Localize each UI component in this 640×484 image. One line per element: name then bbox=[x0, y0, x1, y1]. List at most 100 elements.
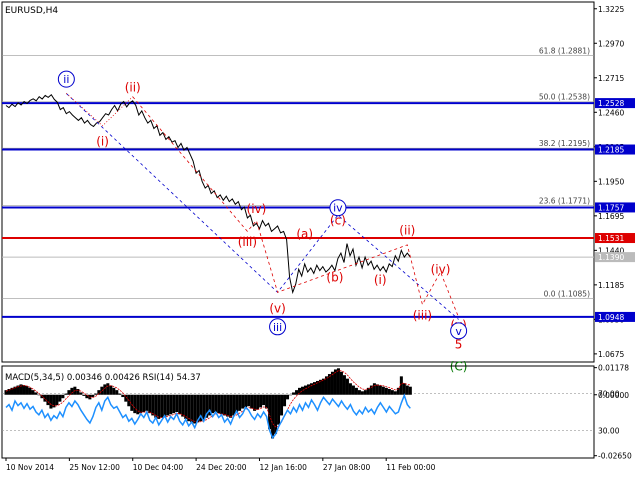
fib-level-label: 50.0 (1.2538) bbox=[539, 93, 590, 102]
macd-bar bbox=[256, 394, 260, 410]
wave-label: (ii) bbox=[125, 80, 141, 94]
macd-bar bbox=[295, 390, 299, 395]
macd-bar bbox=[211, 394, 215, 414]
macd-bar bbox=[61, 394, 65, 399]
macd-bar bbox=[169, 394, 173, 415]
wave-label: (i) bbox=[96, 134, 109, 148]
macd-bar bbox=[226, 394, 230, 417]
macd-bar bbox=[321, 378, 325, 395]
level-tag-label: 1.1390 bbox=[598, 253, 624, 262]
x-tick-label: 25 Nov 12:00 bbox=[69, 463, 120, 472]
macd-bar bbox=[223, 394, 227, 416]
macd-bar bbox=[58, 394, 62, 402]
wave-label: (c) bbox=[330, 214, 346, 228]
chart-window: EURUSD,H4 61.8 (1.2881) 50.0 (1.2538) 38.2… bbox=[0, 0, 640, 480]
macd-bar bbox=[112, 387, 116, 395]
macd-bar bbox=[277, 394, 281, 425]
x-tick-label: 12 Jan 16:00 bbox=[259, 463, 307, 472]
macd-bar bbox=[357, 390, 361, 395]
macd-bar bbox=[31, 390, 35, 395]
macd-bar bbox=[106, 383, 110, 395]
macd-bar bbox=[280, 394, 284, 416]
level-tag-label: 1.1531 bbox=[598, 234, 624, 243]
fib-level-label: 38.2 (1.2195) bbox=[539, 139, 590, 148]
macd-bar bbox=[345, 378, 349, 395]
wave-label: 5 bbox=[455, 337, 463, 351]
macd-bar bbox=[181, 394, 185, 417]
macd-bar bbox=[193, 394, 197, 424]
wave-label: (b) bbox=[326, 270, 343, 284]
macd-bar bbox=[49, 394, 53, 409]
macd-bar bbox=[133, 394, 137, 414]
macd-bar bbox=[408, 386, 412, 395]
y-tick-label: 1.1695 bbox=[598, 212, 624, 221]
macd-bar bbox=[46, 394, 50, 406]
wave-label: (iii) bbox=[238, 235, 257, 249]
level-tag-label: 1.0948 bbox=[598, 313, 624, 322]
macd-bar bbox=[187, 394, 191, 422]
wave-label: (a) bbox=[296, 227, 313, 241]
chart-title: EURUSD,H4 bbox=[5, 6, 58, 16]
y-tick-label: 1.2715 bbox=[598, 74, 624, 83]
macd-bar bbox=[307, 384, 311, 395]
y-tick-label: 1.2460 bbox=[598, 108, 624, 117]
macd-bar bbox=[232, 394, 236, 416]
macd-bar bbox=[301, 386, 305, 395]
y-tick-label: 1.2970 bbox=[598, 39, 624, 48]
macd-bar bbox=[25, 386, 29, 395]
macd-bar bbox=[100, 386, 104, 395]
macd-bar bbox=[220, 394, 224, 415]
macd-bar bbox=[142, 394, 146, 412]
macd-bar bbox=[247, 394, 251, 407]
macd-bar bbox=[109, 385, 113, 395]
macd-bar bbox=[160, 394, 164, 418]
macd-bar bbox=[70, 387, 74, 395]
macd-bar bbox=[214, 394, 218, 412]
fib-level-label: 61.8 (1.2881) bbox=[539, 46, 590, 55]
macd-tick-label: 0.00000 bbox=[598, 391, 629, 400]
wave-label: (C) bbox=[450, 360, 468, 374]
macd-bar bbox=[292, 392, 296, 395]
fib-level-label: 0.0 (1.1085) bbox=[544, 289, 590, 298]
macd-bar bbox=[384, 387, 388, 395]
x-tick-label: 10 Dec 04:00 bbox=[133, 463, 184, 472]
macd-bar bbox=[390, 390, 394, 395]
macd-bar bbox=[145, 394, 149, 411]
level-tag-label: 1.2185 bbox=[598, 146, 624, 155]
wave-label: (iv) bbox=[431, 262, 451, 276]
wave-label: (iv) bbox=[247, 202, 267, 216]
macd-bar bbox=[402, 383, 406, 395]
y-tick-label: 1.0675 bbox=[598, 350, 624, 359]
macd-bar bbox=[339, 371, 343, 395]
macd-bar bbox=[289, 394, 293, 396]
macd-bar bbox=[399, 376, 403, 395]
macd-bar bbox=[238, 394, 242, 411]
macd-bar bbox=[172, 394, 176, 414]
macd-bar bbox=[115, 390, 119, 395]
macd-bar bbox=[250, 394, 254, 409]
macd-bar bbox=[393, 391, 397, 395]
macd-bar bbox=[342, 375, 346, 395]
macd-tick-label: 0.01178 bbox=[598, 364, 629, 373]
chart-svg: EURUSD,H4 61.8 (1.2881) 50.0 (1.2538) 38.2… bbox=[0, 0, 640, 480]
macd-bar bbox=[381, 386, 385, 395]
wave-label: (ii) bbox=[399, 224, 415, 238]
macd-bar bbox=[271, 394, 275, 439]
macd-bar bbox=[387, 389, 391, 395]
macd-bar bbox=[375, 384, 379, 395]
macd-bar bbox=[241, 394, 245, 409]
macd-bar bbox=[405, 385, 409, 395]
macd-bar bbox=[139, 394, 143, 414]
macd-bar bbox=[163, 394, 167, 417]
x-tick-label: 10 Nov 2014 bbox=[6, 463, 54, 472]
macd-bar bbox=[259, 394, 263, 408]
y-tick-label: 1.1950 bbox=[598, 177, 624, 186]
x-tick-label: 11 Feb 00:00 bbox=[386, 463, 435, 472]
macd-bar bbox=[121, 394, 125, 398]
wave-label: ii bbox=[63, 73, 69, 86]
fib-level-label: 23.6 (1.1771) bbox=[539, 197, 590, 206]
macd-bar bbox=[304, 385, 308, 395]
macd-bar bbox=[372, 383, 376, 395]
macd-bar bbox=[166, 394, 170, 416]
macd-bar bbox=[28, 387, 32, 395]
